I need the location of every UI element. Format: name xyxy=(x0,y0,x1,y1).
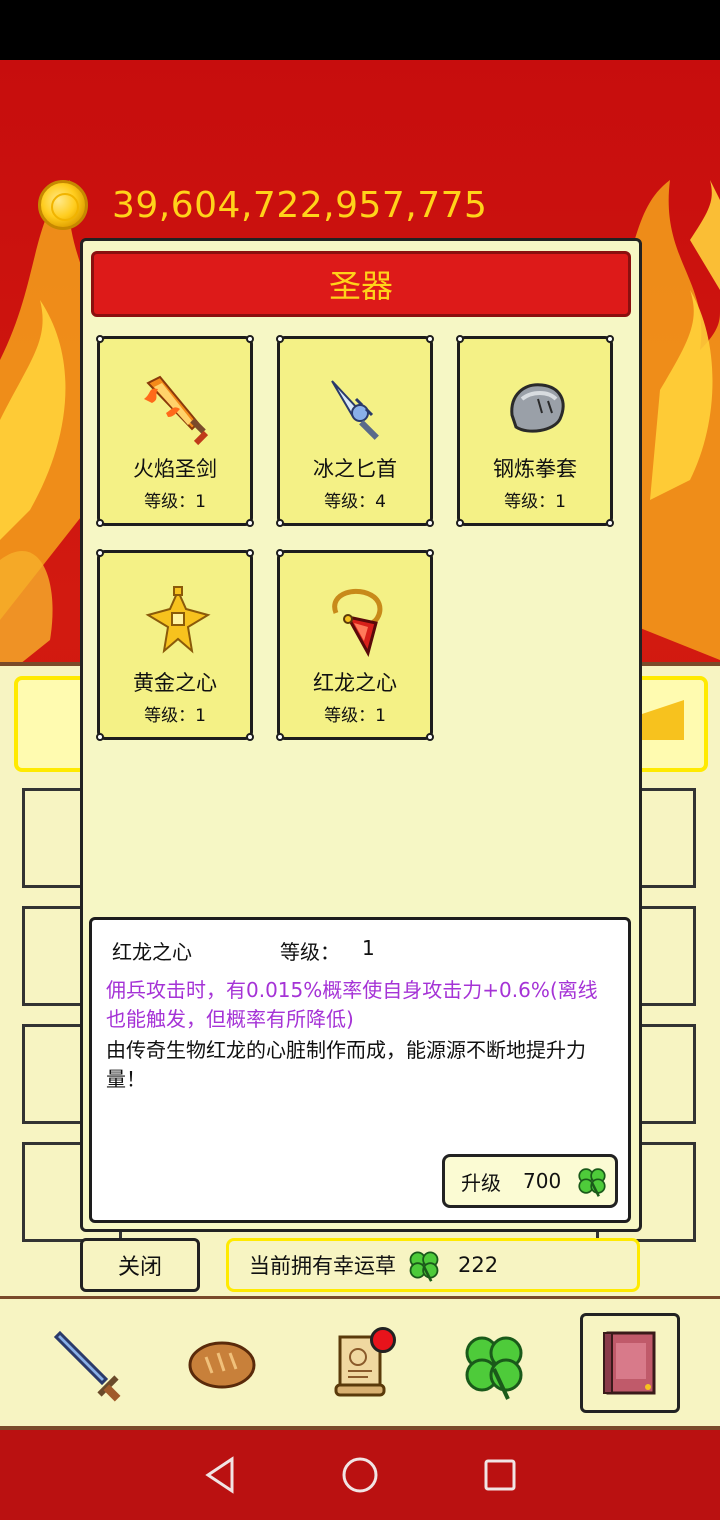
home-circle-icon xyxy=(342,1457,378,1493)
corner-decoration xyxy=(276,335,284,343)
relic-name: 火焰圣剑 xyxy=(133,457,217,481)
corner-decoration xyxy=(276,733,284,741)
modal-title: 圣器 xyxy=(328,267,393,305)
sword-icon xyxy=(53,1330,121,1402)
steel-gauntlet-icon xyxy=(510,383,565,433)
nav-book[interactable] xyxy=(580,1313,680,1413)
clover-count-value: 222 xyxy=(458,1253,499,1277)
detail-level-label: 等级： xyxy=(280,940,340,964)
detail-level-value: 1 xyxy=(362,936,375,960)
corner-decoration xyxy=(96,519,104,527)
ice-dagger-icon xyxy=(331,380,379,440)
close-button[interactable]: 关闭 xyxy=(80,1238,200,1292)
upgrade-label: 升级 xyxy=(461,1170,501,1195)
corner-decoration xyxy=(426,519,434,527)
back-triangle-icon xyxy=(205,1456,234,1494)
gold-amount: 39,604,722,957,775 xyxy=(112,184,488,226)
home-button[interactable] xyxy=(330,1445,390,1505)
nav-clover[interactable] xyxy=(446,1317,542,1413)
corner-decoration xyxy=(96,335,104,343)
nav-bread[interactable] xyxy=(174,1317,270,1413)
relic-name: 红龙之心 xyxy=(313,671,397,695)
clover-icon xyxy=(465,1336,523,1400)
corner-decoration xyxy=(456,335,464,343)
recents-button[interactable] xyxy=(470,1445,530,1505)
recents-square-icon xyxy=(484,1459,516,1491)
corner-decoration xyxy=(456,519,464,527)
modal-header: 圣器 xyxy=(91,251,631,317)
relic-card-ice-dagger[interactable]: 冰之匕首 等级：4 xyxy=(276,335,434,527)
nav-scroll[interactable] xyxy=(312,1317,408,1413)
relic-level: 等级：4 xyxy=(324,492,386,512)
corner-decoration xyxy=(426,733,434,741)
flame-sword-icon xyxy=(144,375,209,446)
relic-modal: 圣器 火焰圣剑 等级：1 冰之匕首 等级：4 钢炼拳套 等级：1 黄金之心 等级… xyxy=(80,238,642,1232)
corner-decoration xyxy=(246,519,254,527)
corner-decoration xyxy=(606,519,614,527)
relic-card-red-dragon-heart[interactable]: 红龙之心 等级：1 xyxy=(276,549,434,741)
upgrade-button[interactable]: 升级 700 xyxy=(442,1154,618,1208)
detail-effect-text: 佣兵攻击时，有0.015%概率使自身攻击力+0.6%(离线也能触发，但概率有所降… xyxy=(106,978,598,1031)
status-bar xyxy=(0,0,720,60)
relic-detail-panel: 红龙之心 等级： 1 佣兵攻击时，有0.015%概率使自身攻击力+0.6%(离线… xyxy=(89,917,631,1223)
corner-decoration xyxy=(246,733,254,741)
back-button[interactable] xyxy=(190,1445,250,1505)
corner-decoration xyxy=(246,549,254,557)
relic-level: 等级：1 xyxy=(144,706,206,726)
corner-decoration xyxy=(606,335,614,343)
relic-card-steel-gauntlet[interactable]: 钢炼拳套 等级：1 xyxy=(456,335,614,527)
relic-level: 等级：1 xyxy=(504,492,566,512)
corner-decoration xyxy=(276,549,284,557)
bread-icon xyxy=(188,1341,256,1389)
gold-counter: 39,604,722,957,775 xyxy=(38,180,487,230)
detail-description-text: 由传奇生物红龙的心脏制作而成，能源源不断地提升力量！ xyxy=(106,1038,586,1091)
book-icon xyxy=(603,1331,656,1395)
corner-decoration xyxy=(246,335,254,343)
notification-badge xyxy=(370,1327,396,1353)
corner-decoration xyxy=(426,549,434,557)
gold-coin-icon xyxy=(38,180,88,230)
relic-name: 钢炼拳套 xyxy=(493,457,577,481)
relic-name: 黄金之心 xyxy=(133,671,217,695)
clover-icon xyxy=(578,1168,606,1197)
nav-sword[interactable] xyxy=(44,1317,140,1413)
bottom-navigation xyxy=(0,1296,720,1430)
detail-relic-name: 红龙之心 xyxy=(112,940,192,964)
relic-card-flame-sword[interactable]: 火焰圣剑 等级：1 xyxy=(96,335,254,527)
relic-level: 等级：1 xyxy=(324,706,386,726)
corner-decoration xyxy=(96,549,104,557)
relic-card-golden-heart[interactable]: 黄金之心 等级：1 xyxy=(96,549,254,741)
upgrade-cost: 700 xyxy=(523,1169,562,1193)
red-dragon-heart-icon xyxy=(332,588,383,657)
clover-count-bar: 当前拥有幸运草 222 xyxy=(226,1238,640,1292)
corner-decoration xyxy=(276,519,284,527)
corner-decoration xyxy=(426,335,434,343)
clover-icon xyxy=(409,1251,439,1282)
golden-heart-icon xyxy=(145,586,211,654)
system-navigation-bar xyxy=(0,1430,720,1520)
clover-count-label: 当前拥有幸运草 xyxy=(249,1254,396,1278)
relic-name: 冰之匕首 xyxy=(313,457,397,481)
corner-decoration xyxy=(96,733,104,741)
relic-level: 等级：1 xyxy=(144,492,206,512)
